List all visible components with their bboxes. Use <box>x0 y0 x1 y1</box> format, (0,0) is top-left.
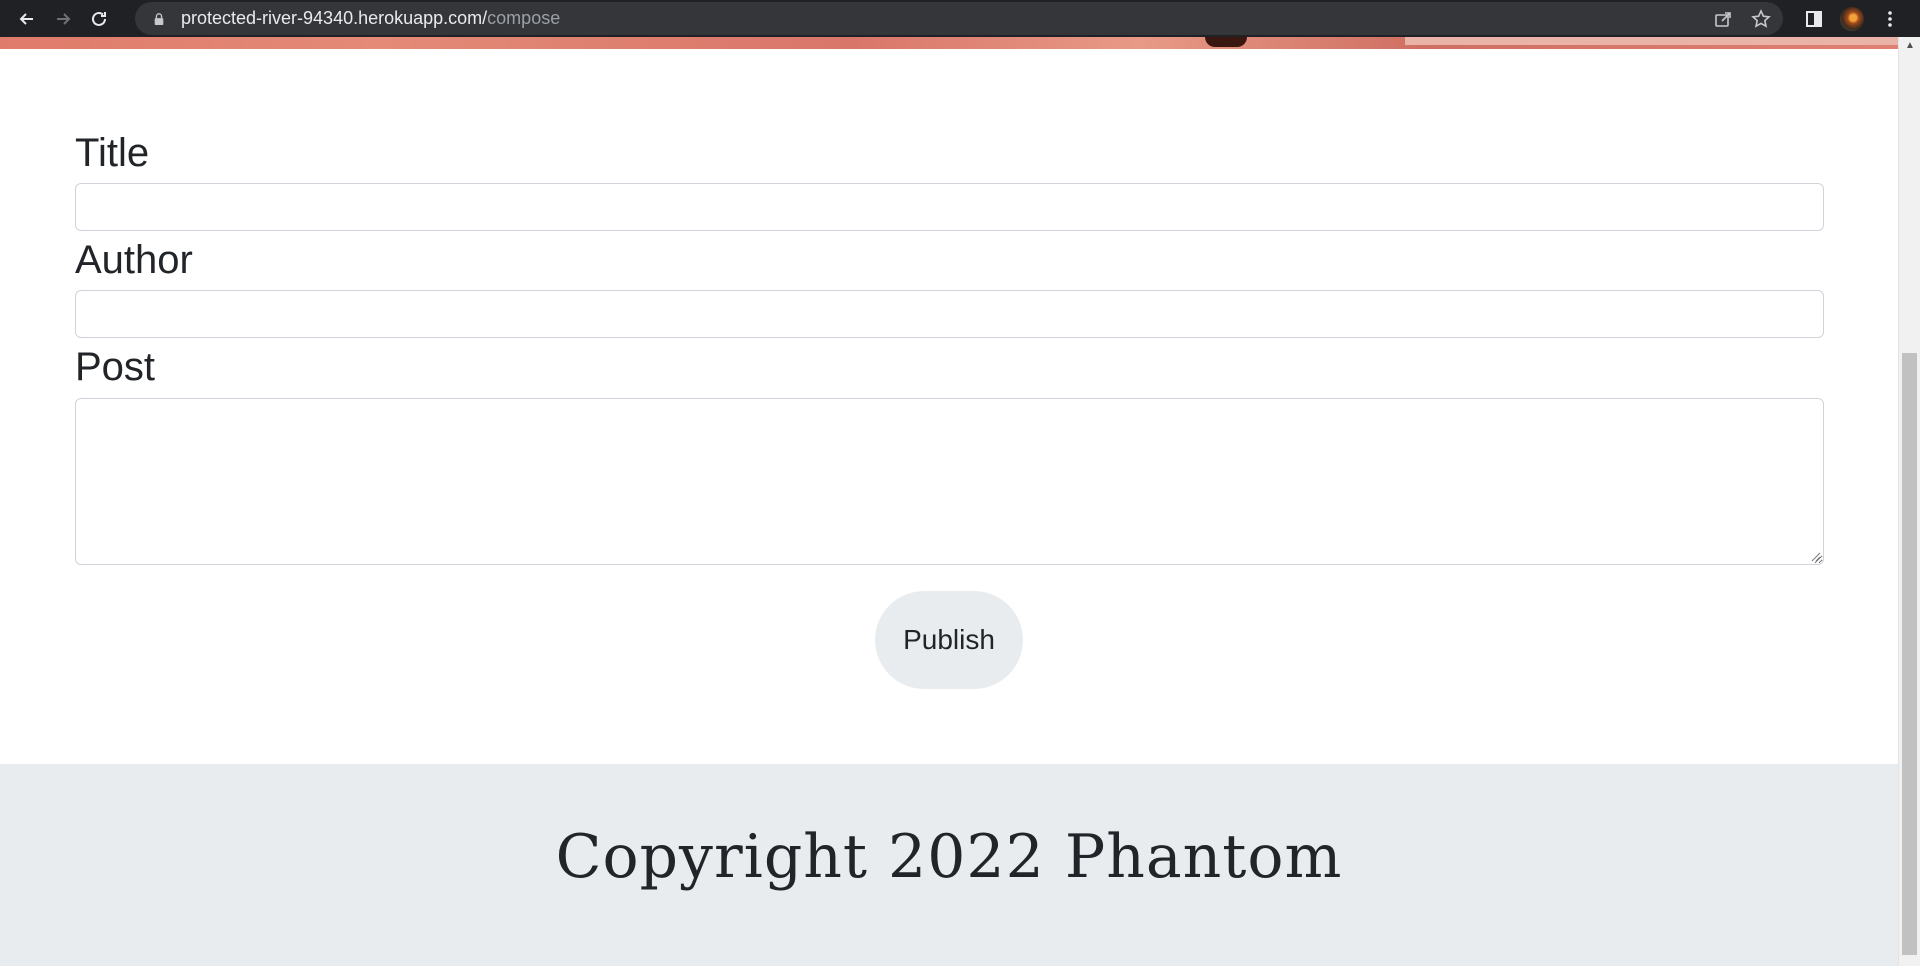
reload-icon <box>92 11 106 26</box>
url-host: protected-river-94340.herokuapp.com/ <box>181 8 488 28</box>
url-path: compose <box>487 8 561 28</box>
address-bar[interactable]: protected-river-94340.herokuapp.com/comp… <box>135 2 1783 35</box>
hero-image-detail <box>1405 37 1898 45</box>
menu-button[interactable] <box>1876 5 1904 33</box>
resize-handle-icon[interactable] <box>1810 551 1821 562</box>
url-text: protected-river-94340.herokuapp.com/comp… <box>181 8 560 29</box>
back-button[interactable] <box>9 1 45 37</box>
post-label: Post <box>75 345 156 389</box>
side-panel-icon <box>1806 10 1822 27</box>
hero-image-detail <box>1205 37 1247 47</box>
address-bar-actions <box>1713 2 1771 35</box>
browser-actions <box>1800 0 1920 37</box>
author-input[interactable] <box>75 290 1824 338</box>
title-input[interactable] <box>75 183 1824 231</box>
post-textarea[interactable] <box>75 398 1824 565</box>
page-viewport: Title Author Post Publish Copyright 2022… <box>0 37 1898 966</box>
reload-button[interactable] <box>81 1 117 37</box>
arrow-left-icon <box>19 12 33 25</box>
arrow-right-icon <box>57 12 71 25</box>
publish-button[interactable]: Publish <box>875 591 1023 689</box>
copyright-text: Copyright 2022 Phantom <box>555 822 1343 892</box>
forward-button[interactable] <box>45 1 81 37</box>
browser-toolbar: protected-river-94340.herokuapp.com/comp… <box>0 0 1920 37</box>
hero-image-edge <box>0 37 1898 49</box>
star-icon[interactable] <box>1751 8 1771 29</box>
profile-button[interactable] <box>1838 5 1866 33</box>
side-panel-button[interactable] <box>1800 5 1828 33</box>
vertical-scrollbar[interactable]: ▲ <box>1898 37 1920 966</box>
lock-icon[interactable] <box>152 12 166 26</box>
post-textarea-wrapper <box>75 398 1824 565</box>
scroll-up-arrow[interactable]: ▲ <box>1899 37 1920 54</box>
avatar <box>1840 6 1864 31</box>
footer: Copyright 2022 Phantom <box>0 764 1898 966</box>
author-label: Author <box>75 238 193 282</box>
kebab-menu-icon <box>1888 10 1892 27</box>
share-icon[interactable] <box>1713 9 1733 29</box>
scrollbar-thumb[interactable] <box>1902 353 1917 955</box>
title-label: Title <box>75 131 150 175</box>
